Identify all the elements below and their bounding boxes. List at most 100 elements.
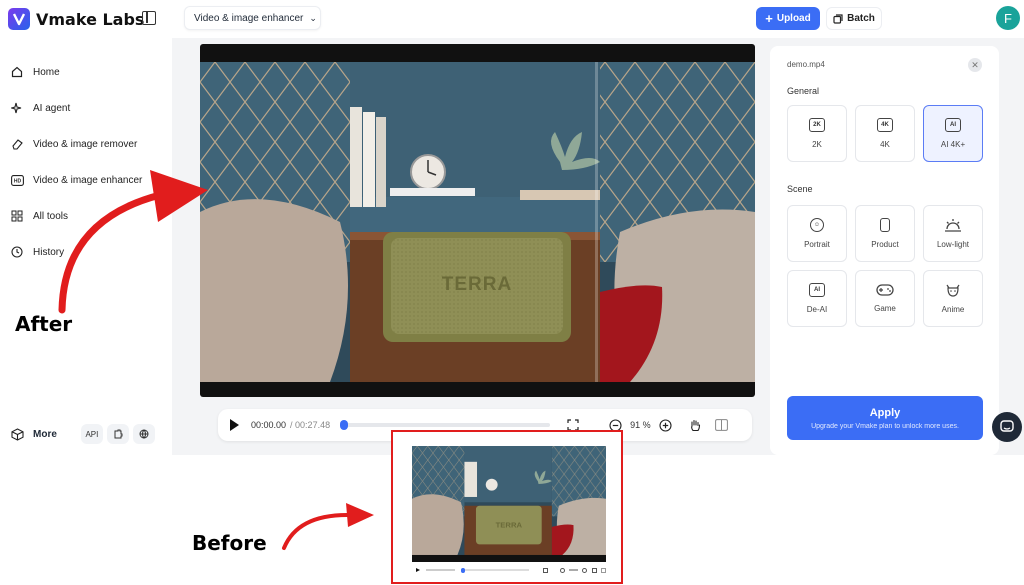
chevron-down-icon: ⌄ bbox=[309, 12, 317, 23]
scene-de-ai[interactable]: AI De-AI bbox=[787, 270, 847, 327]
video-frame-image: TERRA bbox=[200, 62, 755, 382]
sidebar-item-remover[interactable]: Video & image remover bbox=[10, 126, 160, 162]
grid-icon bbox=[10, 209, 24, 223]
2k-icon: 2K bbox=[809, 118, 825, 132]
sidebar-toggle-icon[interactable] bbox=[142, 11, 156, 25]
api-button[interactable]: API bbox=[80, 424, 103, 444]
sidebar-item-home[interactable]: Home bbox=[10, 54, 160, 90]
sidebar-item-label: Home bbox=[33, 66, 60, 78]
sidebar-item-ai-agent[interactable]: AI agent bbox=[10, 90, 160, 126]
mini-compare-icon bbox=[601, 567, 607, 573]
video-preview[interactable]: TERRA bbox=[200, 44, 755, 397]
scene-portrait[interactable]: ☺ Portrait bbox=[787, 205, 847, 262]
option-label: 4K bbox=[880, 140, 890, 149]
option-label: Low-light bbox=[936, 240, 969, 249]
mini-time bbox=[426, 569, 456, 571]
option-4k[interactable]: 4K 4K bbox=[855, 105, 915, 162]
chat-icon bbox=[1000, 420, 1014, 432]
scene-title: Scene bbox=[787, 184, 813, 194]
clock-icon bbox=[10, 245, 24, 259]
apply-button[interactable]: Apply Upgrade your Vmake plan to unlock … bbox=[787, 396, 983, 440]
before-arrow bbox=[282, 503, 374, 550]
general-title: General bbox=[787, 86, 820, 96]
mini-zoom-out-icon bbox=[559, 567, 565, 573]
zoom-in-icon[interactable] bbox=[659, 418, 673, 432]
plugin-button[interactable] bbox=[106, 424, 129, 444]
option-ai-4k-plus[interactable]: AI AI 4K+ bbox=[923, 105, 983, 162]
hd-icon: HD bbox=[10, 173, 24, 187]
vmake-logo-icon bbox=[8, 8, 30, 30]
option-label: Anime bbox=[941, 305, 965, 314]
option-label: Game bbox=[874, 304, 896, 313]
4k-icon: 4K bbox=[877, 118, 893, 132]
upload-button[interactable]: + Upload bbox=[756, 7, 820, 30]
option-label: AI 4K+ bbox=[940, 140, 966, 149]
option-2k[interactable]: 2K 2K bbox=[787, 105, 847, 162]
option-label: 2K bbox=[812, 140, 822, 149]
tool-select-dropdown[interactable]: Video & image enhancer ⌄ bbox=[184, 6, 321, 30]
progress-track[interactable] bbox=[340, 420, 551, 430]
apply-label: Apply bbox=[869, 406, 901, 419]
chat-support-button[interactable] bbox=[992, 412, 1022, 442]
before-label: Before bbox=[192, 531, 267, 555]
scene-product[interactable]: Product bbox=[855, 205, 915, 262]
before-preview-controls bbox=[412, 564, 607, 576]
sidebar-footer: More API bbox=[10, 424, 160, 444]
before-preview-highlight: TERRA bbox=[391, 430, 623, 584]
mini-zoom-level bbox=[568, 569, 579, 571]
smile-icon: ☺ bbox=[810, 218, 824, 232]
batch-button[interactable]: Batch bbox=[826, 7, 882, 30]
mini-track bbox=[461, 567, 529, 573]
apply-subtext: Upgrade your Vmake plan to unlock more u… bbox=[811, 422, 959, 430]
close-icon[interactable]: ✕ bbox=[968, 58, 982, 72]
sidebar-item-label: AI agent bbox=[33, 102, 71, 114]
scene-game[interactable]: Game bbox=[855, 270, 915, 327]
plus-icon: + bbox=[765, 11, 773, 26]
more-button[interactable]: More bbox=[33, 429, 57, 440]
svg-text:HD: HD bbox=[13, 178, 21, 184]
settings-panel: demo.mp4 ✕ General 2K 2K 4K 4K AI AI 4K+… bbox=[770, 46, 999, 455]
avatar[interactable]: F bbox=[996, 6, 1020, 30]
compare-split-icon[interactable] bbox=[715, 418, 729, 432]
option-label: De-AI bbox=[806, 305, 828, 314]
cube-icon bbox=[10, 427, 24, 441]
batch-label: Batch bbox=[847, 13, 875, 24]
file-name: demo.mp4 bbox=[787, 60, 825, 69]
tool-select-value: Video & image enhancer bbox=[194, 12, 304, 24]
speaker-brand-text: TERRA bbox=[442, 274, 512, 295]
plugin-icon bbox=[114, 429, 123, 439]
hand-icon[interactable] bbox=[689, 418, 703, 432]
scene-low-light[interactable]: Low-light bbox=[923, 205, 983, 262]
scene-anime[interactable]: Anime bbox=[923, 270, 983, 327]
anime-face-icon bbox=[946, 284, 960, 297]
play-icon[interactable] bbox=[230, 419, 239, 431]
mini-play-icon bbox=[416, 568, 420, 572]
after-arrow bbox=[58, 170, 208, 314]
sunrise-icon bbox=[945, 219, 961, 232]
zoom-level: 91 % bbox=[630, 420, 651, 430]
progress-knob[interactable] bbox=[340, 420, 349, 430]
logo[interactable]: Vmake Labs bbox=[8, 8, 144, 30]
option-label: Portrait bbox=[804, 240, 830, 249]
language-button[interactable] bbox=[132, 424, 155, 444]
batch-icon bbox=[833, 13, 843, 24]
app-title: Vmake Labs bbox=[36, 9, 145, 29]
upload-label: Upload bbox=[776, 13, 811, 24]
gamepad-icon bbox=[876, 284, 894, 296]
sparkle-icon bbox=[10, 101, 24, 115]
total-time: / 00:27.48 bbox=[290, 420, 331, 430]
current-time: 00:00.00 bbox=[251, 420, 287, 430]
product-icon bbox=[880, 218, 890, 232]
mini-hand-icon bbox=[592, 567, 598, 573]
home-icon bbox=[10, 65, 24, 79]
mini-fullscreen-icon bbox=[542, 567, 548, 573]
ai-icon: AI bbox=[945, 118, 961, 132]
mini-zoom-in-icon bbox=[582, 567, 588, 573]
mini-speaker-brand-text: TERRA bbox=[496, 521, 523, 530]
after-label: After bbox=[15, 312, 73, 336]
eraser-icon bbox=[10, 137, 24, 151]
de-ai-icon: AI bbox=[809, 283, 825, 297]
sidebar-item-label: Video & image remover bbox=[33, 138, 138, 150]
globe-icon bbox=[139, 429, 149, 439]
before-preview-image: TERRA bbox=[412, 446, 606, 562]
